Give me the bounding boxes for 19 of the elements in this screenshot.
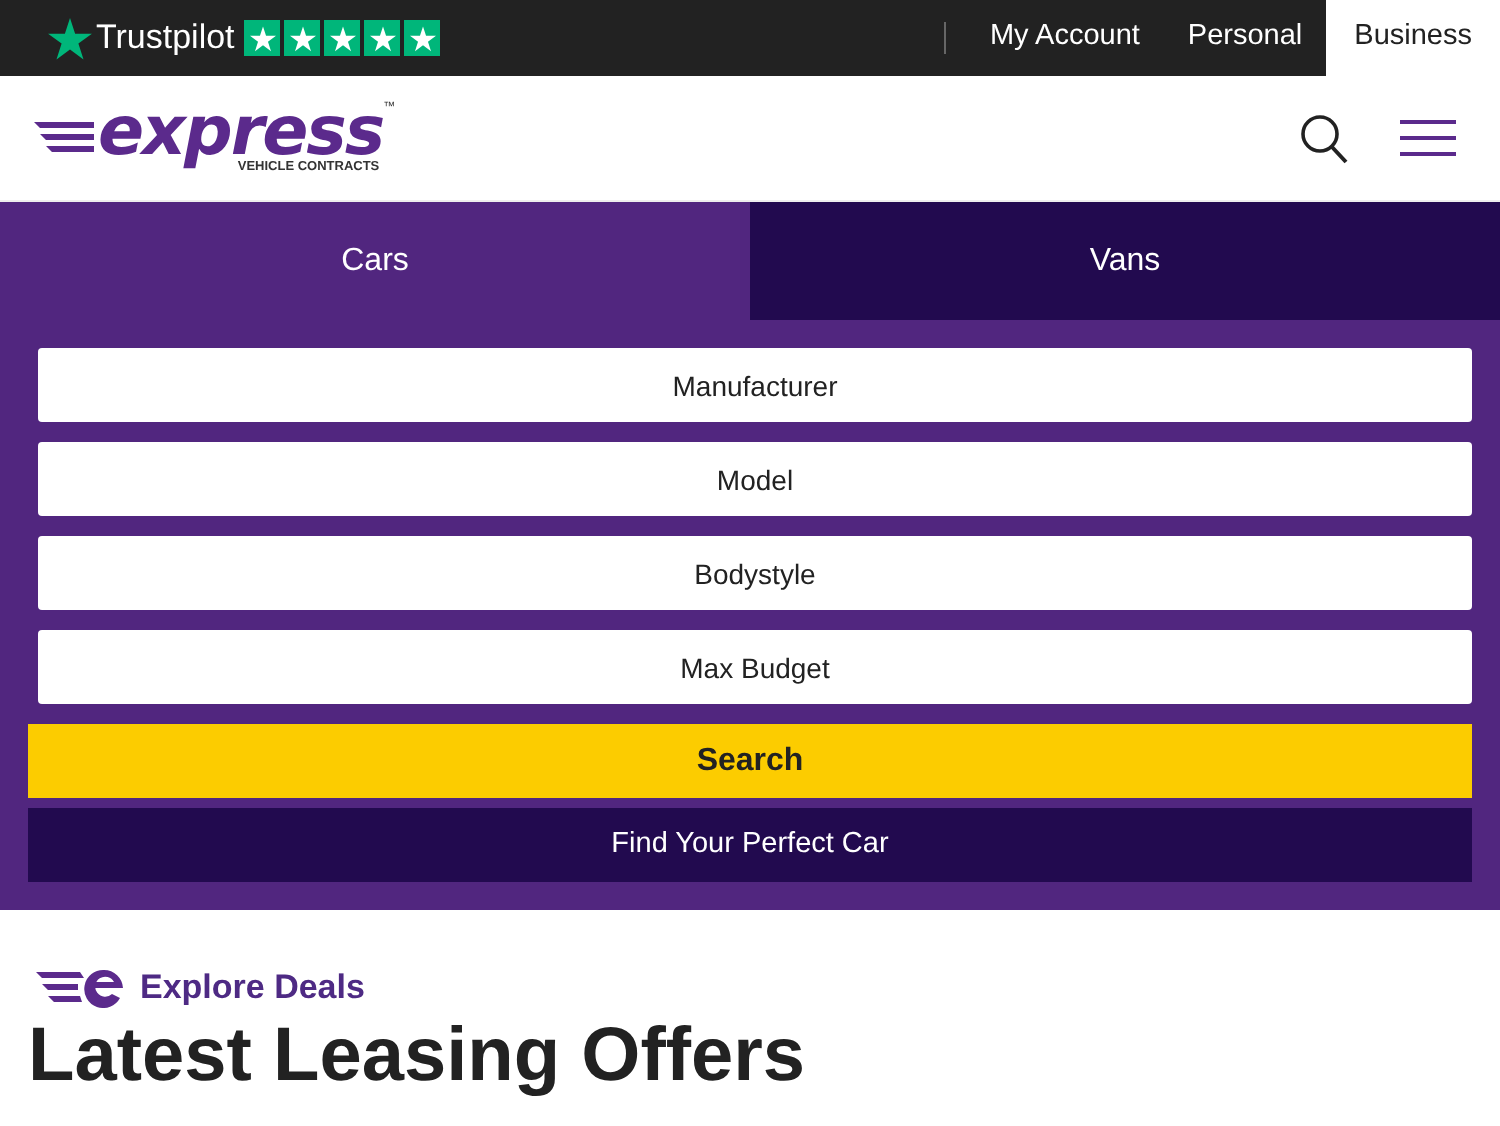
top-nav-link[interactable]: Personal: [1163, 0, 1327, 76]
section-eyebrow: Explore Deals: [140, 966, 365, 1010]
select-field[interactable]: Manufacturer: [38, 348, 1472, 422]
search-button[interactable]: Search: [28, 724, 1472, 798]
top-nav-link[interactable]: Business: [1326, 0, 1500, 76]
menu-icon[interactable]: [1400, 120, 1456, 156]
section-heading: Latest Leasing Offers: [28, 1013, 808, 1097]
finder-button[interactable]: Find Your Perfect Car: [28, 808, 1472, 882]
star-icon: [48, 17, 92, 59]
select-field[interactable]: Max Budget: [38, 630, 1472, 704]
vehicle-tab[interactable]: Vans: [750, 202, 1500, 320]
brand-name[interactable]: Trustpilot: [96, 12, 235, 64]
select-field[interactable]: Model: [38, 442, 1472, 516]
search-icon[interactable]: [1300, 113, 1348, 163]
top-nav-link[interactable]: My Account: [965, 0, 1164, 76]
select-field[interactable]: Bodystyle: [38, 536, 1472, 610]
wing-icon: [34, 122, 94, 154]
logo-mark-icon: [36, 967, 124, 1008]
vehicle-tab[interactable]: Cars: [0, 202, 750, 320]
